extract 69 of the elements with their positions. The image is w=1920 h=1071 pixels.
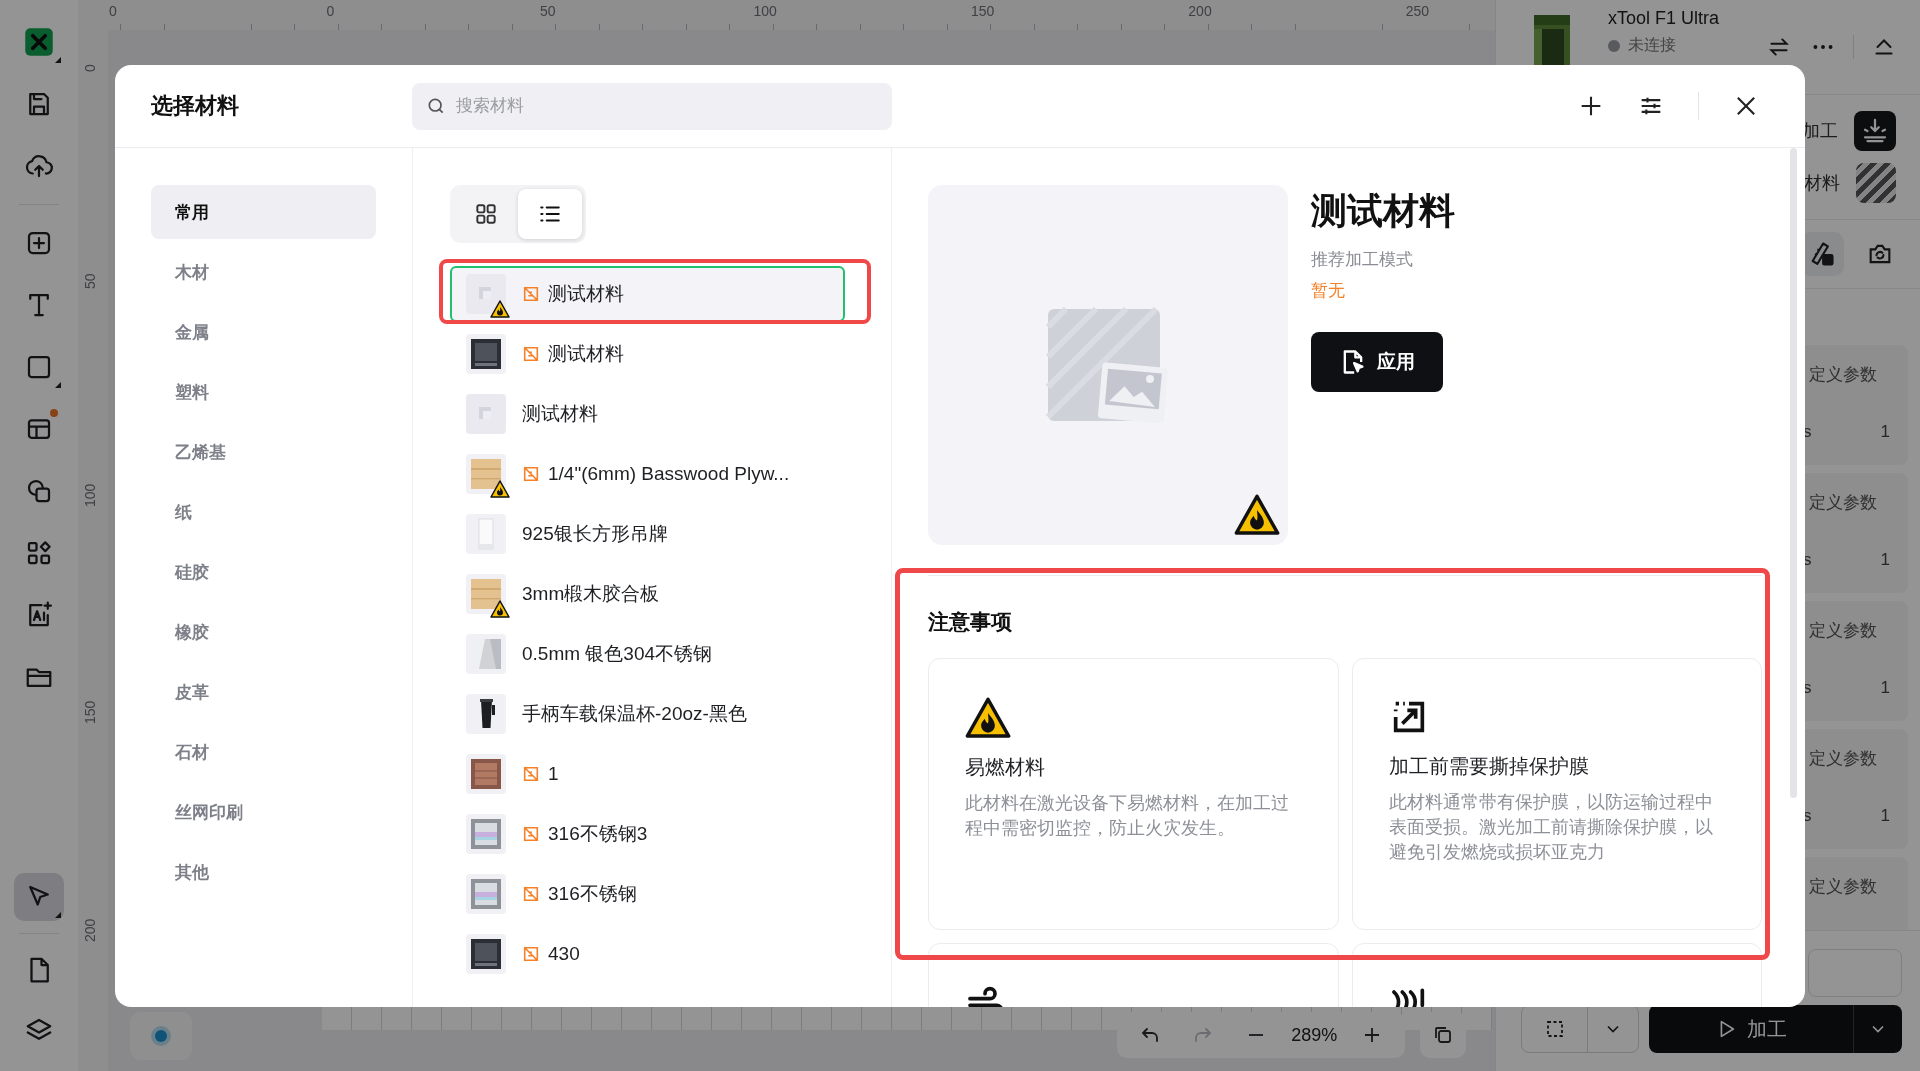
category-item[interactable]: 乙烯基: [151, 425, 376, 479]
mode-value: 暂无: [1311, 280, 1345, 302]
material-swatch[interactable]: [1856, 163, 1896, 203]
laser-mode-icon[interactable]: [1854, 111, 1896, 151]
device-status: 未连接: [1628, 35, 1676, 55]
apply-button[interactable]: 应用: [1311, 332, 1443, 392]
category-item[interactable]: 常用: [151, 185, 376, 239]
dialog-title: 选择材料: [151, 92, 240, 120]
parameter-title: 定义参数: [1809, 492, 1878, 514]
ruler-label: 150: [82, 700, 98, 725]
ruler-label: 250: [1405, 3, 1430, 19]
material-item[interactable]: 316不锈钢: [450, 866, 845, 922]
ruler-label: 100: [82, 483, 98, 507]
ruler-label: 0: [326, 3, 335, 19]
parameter-value: 1: [1880, 806, 1890, 826]
parameter-title: 定义参数: [1809, 876, 1878, 898]
ruler-label: 50: [540, 3, 556, 19]
category-item[interactable]: 硅胶: [151, 545, 376, 599]
category-item[interactable]: 其他: [151, 845, 376, 899]
material-item[interactable]: 430: [450, 926, 845, 982]
section-heading: 注意事项: [928, 575, 1762, 636]
notice-text: 此材料在激光设备下易燃材料，在加工过程中需密切监控，防止火灾发生。: [965, 792, 1290, 841]
ruler-label: 50: [82, 273, 98, 290]
copy-icon[interactable]: [1420, 1012, 1466, 1058]
zoom-level: 289%: [1291, 1024, 1338, 1046]
category-item[interactable]: 石材: [151, 725, 376, 779]
material-item[interactable]: 测试材料: [450, 386, 845, 442]
device-name: xTool F1 Ultra: [1608, 8, 1721, 29]
material-item[interactable]: 1/4"(6mm) Basswood Plyw...: [450, 446, 845, 502]
category-item[interactable]: 皮革: [151, 665, 376, 719]
search-field[interactable]: 搜索材料: [412, 82, 892, 130]
category-item[interactable]: 橡胶: [151, 605, 376, 659]
material-title: 测试材料: [1311, 189, 1455, 233]
material-item[interactable]: 测试材料: [450, 326, 845, 382]
fire-warning-icon: [965, 697, 1011, 739]
category-item[interactable]: 塑料: [151, 365, 376, 419]
parameter-value: 1: [1880, 550, 1890, 570]
material-item[interactable]: 3mm椴木胶合板: [450, 566, 845, 622]
panel-label: 材料: [1804, 172, 1840, 195]
parameter-title: 定义参数: [1809, 364, 1878, 386]
material-item[interactable]: 316不锈钢3: [450, 806, 845, 862]
ruler-label: 200: [1188, 3, 1212, 19]
category-item[interactable]: 纸: [151, 485, 376, 539]
ruler-label: 100: [753, 3, 777, 19]
pointer-icon[interactable]: [14, 873, 64, 921]
category-item[interactable]: 木材: [151, 245, 376, 299]
material-item[interactable]: 0.5mm 银色304不锈钢: [450, 626, 845, 682]
material-item[interactable]: 测试材料: [450, 266, 845, 322]
ruler-label: 0: [82, 64, 98, 72]
parameter-value: 1: [1880, 422, 1890, 442]
ruler-label: 150: [970, 3, 995, 19]
status-dot-icon: [155, 1030, 167, 1042]
ruler-label: 200: [82, 918, 98, 942]
category-item[interactable]: 丝网印刷: [151, 785, 376, 839]
notice-text: 此材料通常带有保护膜，以防运输过程中表面受损。激光加工前请撕除保护膜，以避免引发燃烧或损坏亚克力: [1388, 791, 1714, 864]
mode-label: 推荐加工模式: [1311, 249, 1413, 271]
list-view-icon[interactable]: [518, 189, 582, 239]
notice-title: 易燃材料: [965, 755, 1045, 781]
material-item[interactable]: 925银长方形吊牌: [450, 506, 845, 562]
material-item[interactable]: 1: [450, 746, 845, 802]
parameter-title: 定义参数: [1809, 620, 1878, 642]
notice-title: 加工前需要撕掉保护膜: [1388, 754, 1589, 779]
image-placeholder-icon: [1046, 307, 1170, 423]
parameter-value: 1: [1880, 678, 1890, 698]
category-item[interactable]: 金属: [151, 305, 376, 359]
material-item[interactable]: 手柄车载保温杯-20oz-黑色: [450, 686, 845, 742]
ruler-label: 0: [109, 3, 117, 19]
scrollbar[interactable]: [1790, 148, 1797, 798]
parameter-title: 定义参数: [1809, 748, 1878, 770]
